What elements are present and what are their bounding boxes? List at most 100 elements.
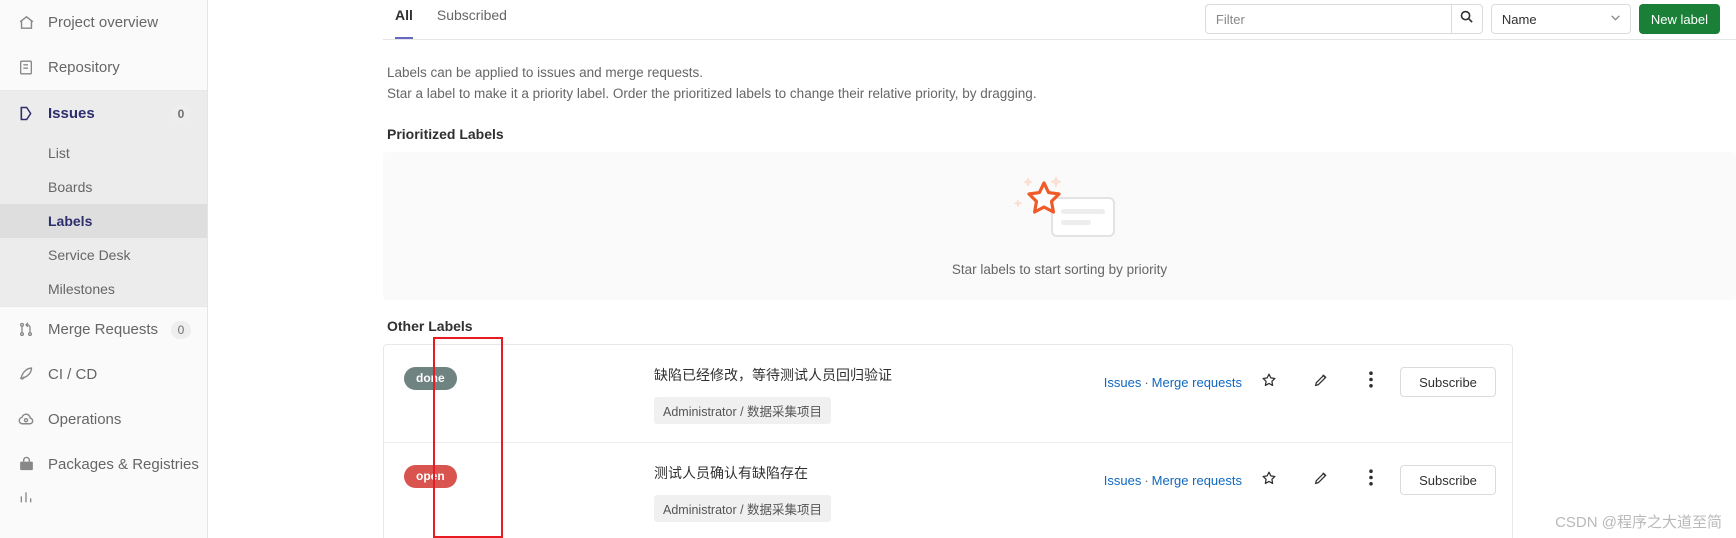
label-actions: Issues · Merge requests Subscribe [1104,363,1496,397]
content-container: All Subscribed Filter Name New label Lab… [383,0,1736,538]
sidebar-item-truncated[interactable] [0,487,207,507]
new-label-button-text: New label [1650,11,1708,27]
sidebar-item-label: Packages & Registries [48,456,199,473]
label-scope-badge: Administrator / 数据采集项目 [654,397,832,424]
star-empty-illustration [1000,175,1120,250]
issues-link[interactable]: Issues [1104,473,1142,488]
tab-label: Subscribed [436,7,507,23]
edit-button[interactable] [1306,369,1336,395]
merge-icon [16,320,36,340]
merge-requests-link[interactable]: Merge requests [1152,473,1242,488]
search-icon [1459,9,1474,29]
description-line-2: Star a label to make it a priority label… [387,86,1037,101]
sidebar-item-boards[interactable]: Boards [0,170,207,204]
sidebar-item-label: CI / CD [48,366,98,383]
sidebar-item-labels[interactable]: Labels [0,204,207,238]
home-icon [16,13,36,33]
more-actions-button[interactable] [1356,369,1386,395]
sidebar-item-operations[interactable]: Operations [0,397,207,442]
pencil-icon [1313,470,1329,491]
subscribe-button[interactable]: Subscribe [1400,367,1496,397]
sidebar-item-label: Merge Requests [48,321,159,338]
description-line-1: Labels can be applied to issues and merg… [387,65,703,80]
merge-requests-link[interactable]: Merge requests [1152,375,1242,390]
ellipsis-vertical-icon [1369,469,1373,491]
label-title: 测试人员确认有缺陷存在 [654,465,808,481]
link-separator: · [1144,472,1149,488]
more-actions-button[interactable] [1356,467,1386,493]
edit-button[interactable] [1306,467,1336,493]
rocket-icon [16,365,36,385]
label-info: 测试人员确认有缺陷存在 Administrator / 数据采集项目 [654,461,1104,522]
sidebar-item-list[interactable]: List [0,136,207,170]
label-badge-cell: open [404,461,654,488]
link-separator: · [1144,374,1149,390]
label-title: 缺陷已经修改，等待测试人员回归验证 [654,367,892,383]
prioritized-labels-heading: Prioritized Labels [387,126,504,142]
label-links: Issues · Merge requests [1104,473,1242,488]
star-outline-icon [1261,372,1277,393]
tab-subscribed[interactable]: Subscribed [425,0,519,39]
subscribe-button-text: Subscribe [1419,374,1477,390]
sort-dropdown[interactable]: Name [1490,4,1631,34]
sidebar: Project overview Repository Issues 0 Lis… [0,0,208,538]
star-button[interactable] [1254,467,1284,493]
filter-group [1204,4,1483,34]
label-scope-badge: Administrator / 数据采集项目 [654,495,832,522]
sidebar-item-repository[interactable]: Repository [0,45,207,90]
label-info: 缺陷已经修改，等待测试人员回归验证 Administrator / 数据采集项目 [654,363,1104,424]
issues-count-badge: 0 [171,104,191,123]
tab-label: All [395,7,413,23]
search-button[interactable] [1450,4,1483,34]
label-tabs: All Subscribed [383,0,519,39]
label-badge[interactable]: done [404,367,457,390]
sidebar-item-issues[interactable]: Issues 0 [0,91,207,136]
merge-requests-count-badge: 0 [171,320,191,339]
app-root: Project overview Repository Issues 0 Lis… [0,0,1736,538]
sidebar-item-label: Project overview [48,14,159,31]
toolbar-right: Name New label [1204,4,1720,34]
sidebar-item-label: Issues [48,105,95,122]
label-actions: Issues · Merge requests Subscribe [1104,461,1496,495]
sidebar-item-label: Operations [48,411,122,428]
chevron-down-icon [1609,11,1622,27]
cloud-icon [16,410,36,430]
labels-toolbar: All Subscribed Filter Name New label [383,0,1736,40]
sidebar-item-project-overview[interactable]: Project overview [0,0,207,45]
label-links: Issues · Merge requests [1104,375,1242,390]
package-icon [16,455,36,475]
watermark: CSDN @程序之大道至简 [1555,514,1722,531]
page-description: Labels can be applied to issues and merg… [383,40,1736,104]
issues-icon [16,104,36,124]
subscribe-button-text: Subscribe [1419,472,1477,488]
search-input[interactable] [1204,4,1451,34]
sidebar-item-packages[interactable]: Packages & Registries [0,442,207,487]
table-row: open 测试人员确认有缺陷存在 Administrator / 数据采集项目 … [384,442,1512,538]
sidebar-item-merge-requests[interactable]: Merge Requests 0 [0,307,207,352]
star-outline-icon [1261,470,1277,491]
sidebar-item-milestones[interactable]: Milestones [0,272,207,306]
ellipsis-vertical-icon [1369,371,1373,393]
sidebar-item-service-desk[interactable]: Service Desk [0,238,207,272]
analytics-icon [16,487,36,507]
file-icon [16,58,36,78]
tab-all[interactable]: All [383,0,425,39]
pencil-icon [1313,372,1329,393]
main-area: All Subscribed Filter Name New label Lab… [208,0,1736,538]
subscribe-button[interactable]: Subscribe [1400,465,1496,495]
sidebar-item-label: Repository [48,59,120,76]
sort-dropdown-value: Name [1501,11,1537,27]
label-badge[interactable]: open [404,465,457,488]
table-row: done 缺陷已经修改，等待测试人员回归验证 Administrator / 数… [384,345,1512,442]
prioritized-labels-empty-state: Star labels to start sorting by priority [383,152,1736,300]
sidebar-group-issues: Issues 0 List Boards Labels Service Desk… [0,91,207,306]
new-label-button[interactable]: New label [1638,4,1720,34]
sidebar-subitem-label: Labels [48,213,93,229]
issues-link[interactable]: Issues [1104,375,1142,390]
sidebar-item-ci-cd[interactable]: CI / CD [0,352,207,397]
sidebar-subitem-label: List [48,145,70,161]
other-labels-heading: Other Labels [387,318,473,334]
star-button[interactable] [1254,369,1284,395]
prioritized-empty-text: Star labels to start sorting by priority [951,262,1168,277]
sidebar-subitem-label: Service Desk [48,247,131,263]
